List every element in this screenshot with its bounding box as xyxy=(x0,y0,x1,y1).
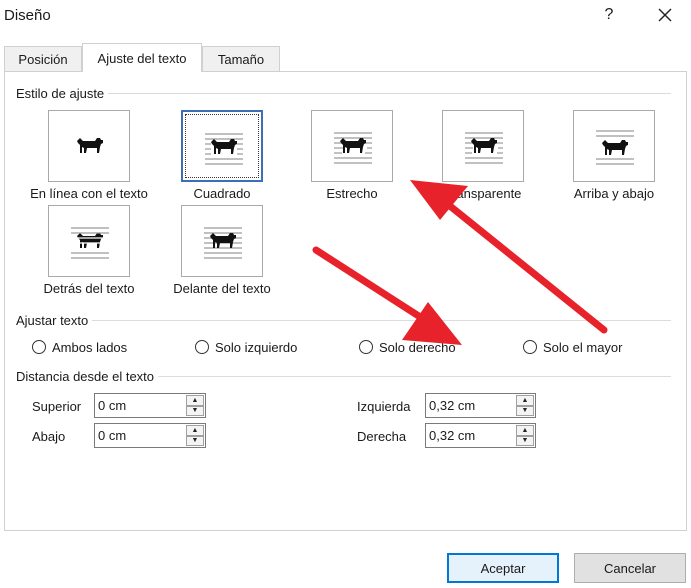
group-divider xyxy=(16,93,671,94)
wrap-through-option[interactable] xyxy=(442,110,524,182)
wrap-text-group-label: Ajustar texto xyxy=(16,313,93,328)
wrap-through-icon xyxy=(465,132,503,164)
wrap-front-option[interactable] xyxy=(181,205,263,277)
wrap-inline-icon xyxy=(77,138,103,153)
wrap-square-icon xyxy=(205,133,243,165)
distance-top-label: Superior xyxy=(32,399,82,414)
distance-left-input[interactable]: 0,32 cm ▲ ▼ xyxy=(425,393,536,418)
wrap-square-option[interactable] xyxy=(181,110,263,182)
distance-left-value: 0,32 cm xyxy=(429,398,476,413)
dialog-title: Diseño xyxy=(4,7,51,24)
distance-group-label: Distancia desde el texto xyxy=(16,369,159,384)
group-divider xyxy=(16,320,671,321)
spin-down-button[interactable]: ▼ xyxy=(186,435,204,446)
wrap-inline-option[interactable] xyxy=(48,110,130,182)
wrap-square-label: Cuadrado xyxy=(193,186,251,201)
wrap-behind-label: Detrás del texto xyxy=(43,281,135,296)
spin-up-button[interactable]: ▲ xyxy=(186,395,204,406)
spin-up-button[interactable]: ▲ xyxy=(186,425,204,436)
wrap-top-bottom-option[interactable] xyxy=(573,110,655,182)
radio-left-only-label: Solo izquierdo xyxy=(215,340,298,355)
spin-down-button[interactable]: ▼ xyxy=(516,435,534,446)
help-button[interactable]: ? xyxy=(598,6,620,24)
distance-bottom-input[interactable]: 0 cm ▲ ▼ xyxy=(94,423,206,448)
distance-bottom-value: 0 cm xyxy=(98,428,127,443)
wrap-style-group-label: Estilo de ajuste xyxy=(16,86,109,101)
radio-right-only[interactable] xyxy=(359,340,373,354)
distance-bottom-label: Abajo xyxy=(32,429,66,444)
spin-up-button[interactable]: ▲ xyxy=(516,425,534,436)
tab-posicion[interactable]: Posición xyxy=(4,46,82,72)
wrap-through-label: Transparente xyxy=(444,186,522,201)
distance-top-input[interactable]: 0 cm ▲ ▼ xyxy=(94,393,206,418)
tab-tamano[interactable]: Tamaño xyxy=(202,46,280,72)
ok-button[interactable]: Aceptar xyxy=(447,553,559,583)
wrap-tight-icon xyxy=(334,132,372,164)
wrap-front-icon xyxy=(204,227,242,259)
radio-both-sides[interactable] xyxy=(32,340,46,354)
spin-down-button[interactable]: ▼ xyxy=(186,405,204,416)
radio-right-only-label: Solo derecho xyxy=(379,340,456,355)
radio-largest-only-label: Solo el mayor xyxy=(543,340,623,355)
distance-right-label: Derecha xyxy=(357,429,407,444)
distance-right-input[interactable]: 0,32 cm ▲ ▼ xyxy=(425,423,536,448)
distance-right-value: 0,32 cm xyxy=(429,428,476,443)
wrap-tight-option[interactable] xyxy=(311,110,393,182)
distance-top-value: 0 cm xyxy=(98,398,127,413)
distance-left-label: Izquierda xyxy=(357,399,411,414)
radio-left-only[interactable] xyxy=(195,340,209,354)
radio-both-sides-label: Ambos lados xyxy=(52,340,128,355)
wrap-top-bottom-label: Arriba y abajo xyxy=(573,186,655,201)
wrap-behind-option[interactable] xyxy=(48,205,130,277)
spin-up-button[interactable]: ▲ xyxy=(516,395,534,406)
spin-down-button[interactable]: ▼ xyxy=(516,405,534,416)
radio-largest-only[interactable] xyxy=(523,340,537,354)
wrap-top-bottom-icon xyxy=(596,130,634,165)
wrap-inline-label: En línea con el texto xyxy=(30,186,148,201)
close-button[interactable] xyxy=(654,4,676,26)
wrap-front-label: Delante del texto xyxy=(173,281,271,296)
wrap-tight-label: Estrecho xyxy=(326,186,378,201)
tab-ajuste-del-texto[interactable]: Ajuste del texto xyxy=(82,43,202,72)
cancel-button[interactable]: Cancelar xyxy=(574,553,686,583)
close-icon xyxy=(658,8,672,22)
wrap-behind-icon xyxy=(71,227,109,259)
